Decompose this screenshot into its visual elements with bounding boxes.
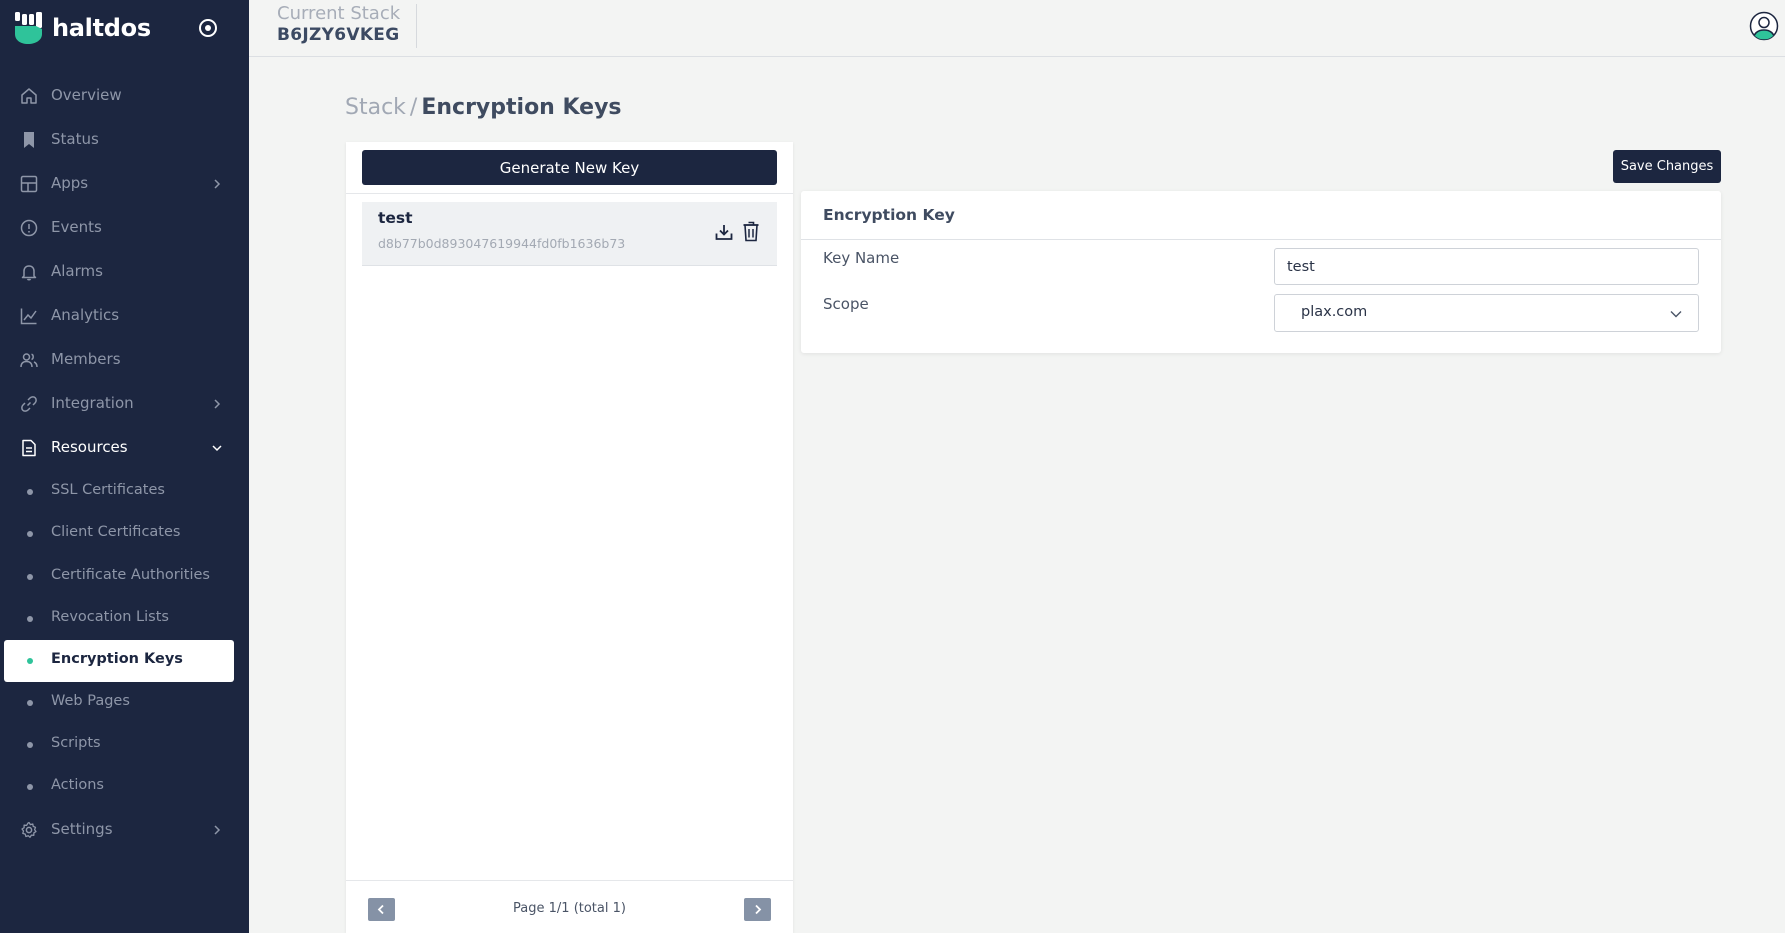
sidebar-subitem-actions[interactable]: Actions: [0, 766, 249, 808]
sidebar-item-status[interactable]: Status: [0, 118, 249, 162]
key-name-input[interactable]: [1274, 248, 1699, 285]
sidebar-item-events[interactable]: Events: [0, 206, 249, 250]
chevron-right-icon: [214, 399, 221, 409]
home-icon: [21, 88, 37, 104]
bookmark-icon: [24, 132, 34, 148]
user-circle-icon[interactable]: [1749, 11, 1779, 41]
sidebar-subitem-label: Actions: [51, 777, 104, 793]
page-title: Encryption Keys: [421, 95, 622, 120]
generate-new-key-button[interactable]: Generate New Key: [362, 150, 777, 185]
chevron-right-icon: [214, 179, 221, 189]
sidebar-subitem-label: Certificate Authorities: [51, 567, 210, 583]
sidebar-subitem-client-certificates[interactable]: Client Certificates: [0, 513, 249, 555]
scope-label: Scope: [823, 295, 869, 313]
sidebar-item-label: Members: [51, 350, 121, 368]
sidebar-item-integration[interactable]: Integration: [0, 382, 249, 426]
bullet-icon: [27, 489, 33, 495]
chevron-down-icon: [1670, 311, 1682, 318]
divider: [346, 193, 793, 194]
bullet-icon: [27, 531, 33, 537]
bullet-icon: [27, 658, 33, 664]
sidebar-item-label: Resources: [51, 438, 128, 456]
list-item[interactable]: test d8b77b0d893047619944fd0fb1636b73: [362, 202, 777, 266]
link-icon: [21, 396, 37, 412]
haltdos-logo-icon: [15, 12, 42, 44]
chevron-right-icon: [755, 904, 762, 915]
sidebar-subitem-revocation-lists[interactable]: Revocation Lists: [0, 598, 249, 640]
sidebar-item-label: Status: [51, 130, 99, 148]
sidebar-subitem-web-pages[interactable]: Web Pages: [0, 682, 249, 724]
scope-selected-value: plax.com: [1301, 304, 1368, 320]
divider: [416, 4, 417, 48]
bullet-icon: [27, 616, 33, 622]
sidebar-subitem-encryption-keys[interactable]: Encryption Keys: [4, 640, 234, 682]
bell-icon: [21, 265, 37, 281]
brand-name: haltdos: [52, 14, 151, 42]
sidebar-item-alarms[interactable]: Alarms: [0, 250, 249, 294]
divider: [346, 880, 793, 881]
bullet-icon: [27, 574, 33, 580]
sidebar: haltdos Overview Status Apps Events Alar…: [0, 0, 249, 933]
current-stack-label: Current Stack: [277, 3, 401, 24]
save-changes-button[interactable]: Save Changes: [1613, 150, 1721, 183]
sidebar-item-analytics[interactable]: Analytics: [0, 294, 249, 338]
sidebar-item-resources[interactable]: Resources: [0, 426, 249, 470]
scope-select[interactable]: plax.com: [1274, 294, 1699, 332]
bullet-icon: [27, 784, 33, 790]
sidebar-subitem-label: Web Pages: [51, 693, 130, 709]
sidebar-item-label: Settings: [51, 820, 113, 838]
sidebar-item-label: Alarms: [51, 262, 103, 280]
sidebar-subitem-certificate-authorities[interactable]: Certificate Authorities: [0, 556, 249, 598]
alert-circle-icon: [20, 219, 38, 237]
divider: [801, 239, 1721, 240]
key-name: test: [378, 209, 413, 227]
pagination-status: Page 1/1 (total 1): [513, 901, 626, 916]
sidebar-subitem-label: Client Certificates: [51, 524, 181, 540]
brand[interactable]: haltdos: [14, 10, 151, 46]
sidebar-item-settings[interactable]: Settings: [0, 808, 249, 852]
next-page-button[interactable]: [744, 898, 771, 921]
current-stack-value[interactable]: B6JZY6VKEG: [277, 25, 399, 45]
apps-grid-icon: [20, 175, 38, 193]
users-icon: [20, 353, 38, 368]
document-icon: [22, 439, 36, 457]
trash-icon[interactable]: [742, 221, 760, 242]
keys-list-panel: Generate New Key test d8b77b0d8930476199…: [346, 142, 793, 933]
sidebar-subitem-label: Revocation Lists: [51, 609, 169, 625]
key-hash: d8b77b0d893047619944fd0fb1636b73: [378, 236, 626, 251]
sidebar-subitem-label: Scripts: [51, 735, 101, 751]
sidebar-item-overview[interactable]: Overview: [0, 74, 249, 118]
sidebar-item-members[interactable]: Members: [0, 338, 249, 382]
sidebar-subitem-label: Encryption Keys: [51, 651, 183, 667]
chart-line-icon: [20, 308, 37, 325]
bullet-icon: [27, 742, 33, 748]
encryption-key-card: Encryption Key Key Name Scope plax.com: [801, 191, 1721, 353]
target-icon[interactable]: [196, 16, 220, 40]
key-name-label: Key Name: [823, 249, 900, 267]
chevron-down-icon: [212, 445, 222, 452]
chevron-right-icon: [214, 825, 221, 835]
download-icon[interactable]: [714, 222, 734, 242]
top-bar: Current Stack B6JZY6VKEG: [249, 0, 1785, 57]
breadcrumb-parent[interactable]: Stack: [345, 95, 406, 120]
sidebar-item-label: Events: [51, 218, 102, 236]
sidebar-subitem-scripts[interactable]: Scripts: [0, 724, 249, 766]
sidebar-item-apps[interactable]: Apps: [0, 162, 249, 206]
sidebar-subitem-ssl-certificates[interactable]: SSL Certificates: [0, 471, 249, 513]
sidebar-item-label: Analytics: [51, 306, 120, 324]
bullet-icon: [27, 700, 33, 706]
card-title: Encryption Key: [823, 206, 955, 224]
sidebar-item-label: Integration: [51, 394, 134, 412]
sidebar-subitem-label: SSL Certificates: [51, 482, 165, 498]
sidebar-item-label: Overview: [51, 86, 122, 104]
gear-icon: [21, 821, 37, 838]
sidebar-item-label: Apps: [51, 174, 89, 192]
breadcrumb: Stack / Encryption Keys: [345, 95, 622, 120]
breadcrumb-separator: /: [409, 95, 418, 120]
